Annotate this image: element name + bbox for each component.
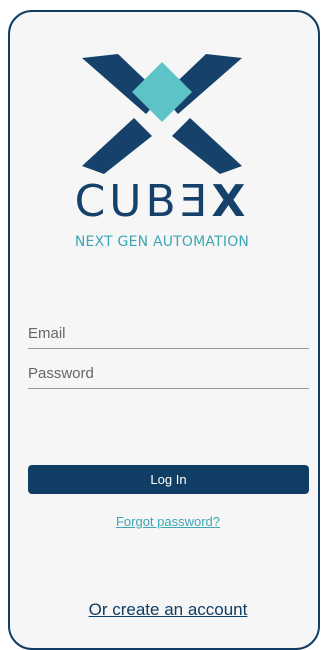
password-field[interactable] <box>28 359 309 387</box>
forgot-password-link[interactable]: Forgot password? <box>0 514 324 529</box>
password-field-wrapper <box>28 359 309 389</box>
brand-logo: CUBƎX NEXT GEN AUTOMATION <box>0 0 324 270</box>
brand-name-prefix: CUBƎ <box>74 176 212 227</box>
brand-tagline: NEXT GEN AUTOMATION <box>74 234 250 250</box>
brand-name-x: X <box>211 176 250 227</box>
email-field-wrapper <box>28 319 309 349</box>
login-button[interactable]: Log In <box>28 465 309 494</box>
create-account-link[interactable]: Or create an account <box>0 600 324 620</box>
cubex-x-logo-icon <box>82 54 242 174</box>
brand-name: CUBƎX <box>0 178 324 226</box>
email-field[interactable] <box>28 319 309 347</box>
